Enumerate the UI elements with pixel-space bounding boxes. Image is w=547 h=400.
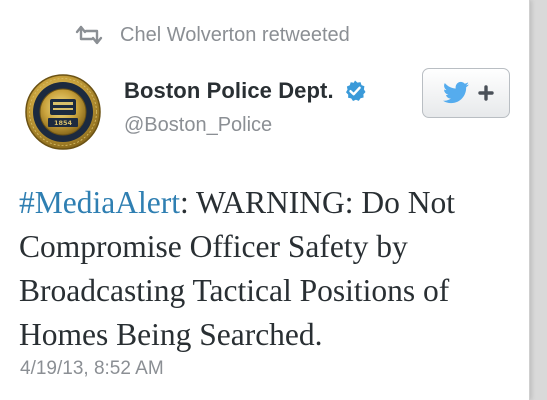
tweet-card: Chel Wolverton retweeted 1854 Boston Pol… (0, 0, 530, 400)
tweet-line-4: Homes Being Searched. (19, 317, 323, 352)
author-display-name[interactable]: Boston Police Dept. (124, 78, 334, 104)
retweet-context: Chel Wolverton retweeted (74, 22, 350, 48)
author-handle[interactable]: @Boston_Police (124, 114, 272, 137)
tweet-text: #MediaAlert: WARNING: Do Not Compromise O… (19, 181, 519, 357)
tweet-line-1: : WARNING: Do Not (179, 185, 455, 220)
follow-button[interactable] (422, 68, 510, 118)
seal-year: 1854 (54, 119, 73, 127)
police-badge-avatar: 1854 (25, 74, 101, 150)
avatar[interactable]: 1854 (21, 72, 105, 152)
author-name-row: Boston Police Dept. (124, 78, 367, 104)
twitter-bird-plus-icon (443, 81, 494, 104)
retweet-icon (75, 25, 103, 45)
tweet-timestamp: 4/19/13, 8:52 AM (20, 358, 164, 379)
retweet-context-text: Chel Wolverton retweeted (120, 23, 350, 46)
tweet-line-3: Broadcasting Tactical Positions of (19, 273, 450, 308)
tweet-line-2: Compromise Officer Safety by (19, 229, 408, 264)
verified-badge-icon (345, 80, 366, 101)
hashtag-link[interactable]: #MediaAlert (19, 185, 180, 220)
